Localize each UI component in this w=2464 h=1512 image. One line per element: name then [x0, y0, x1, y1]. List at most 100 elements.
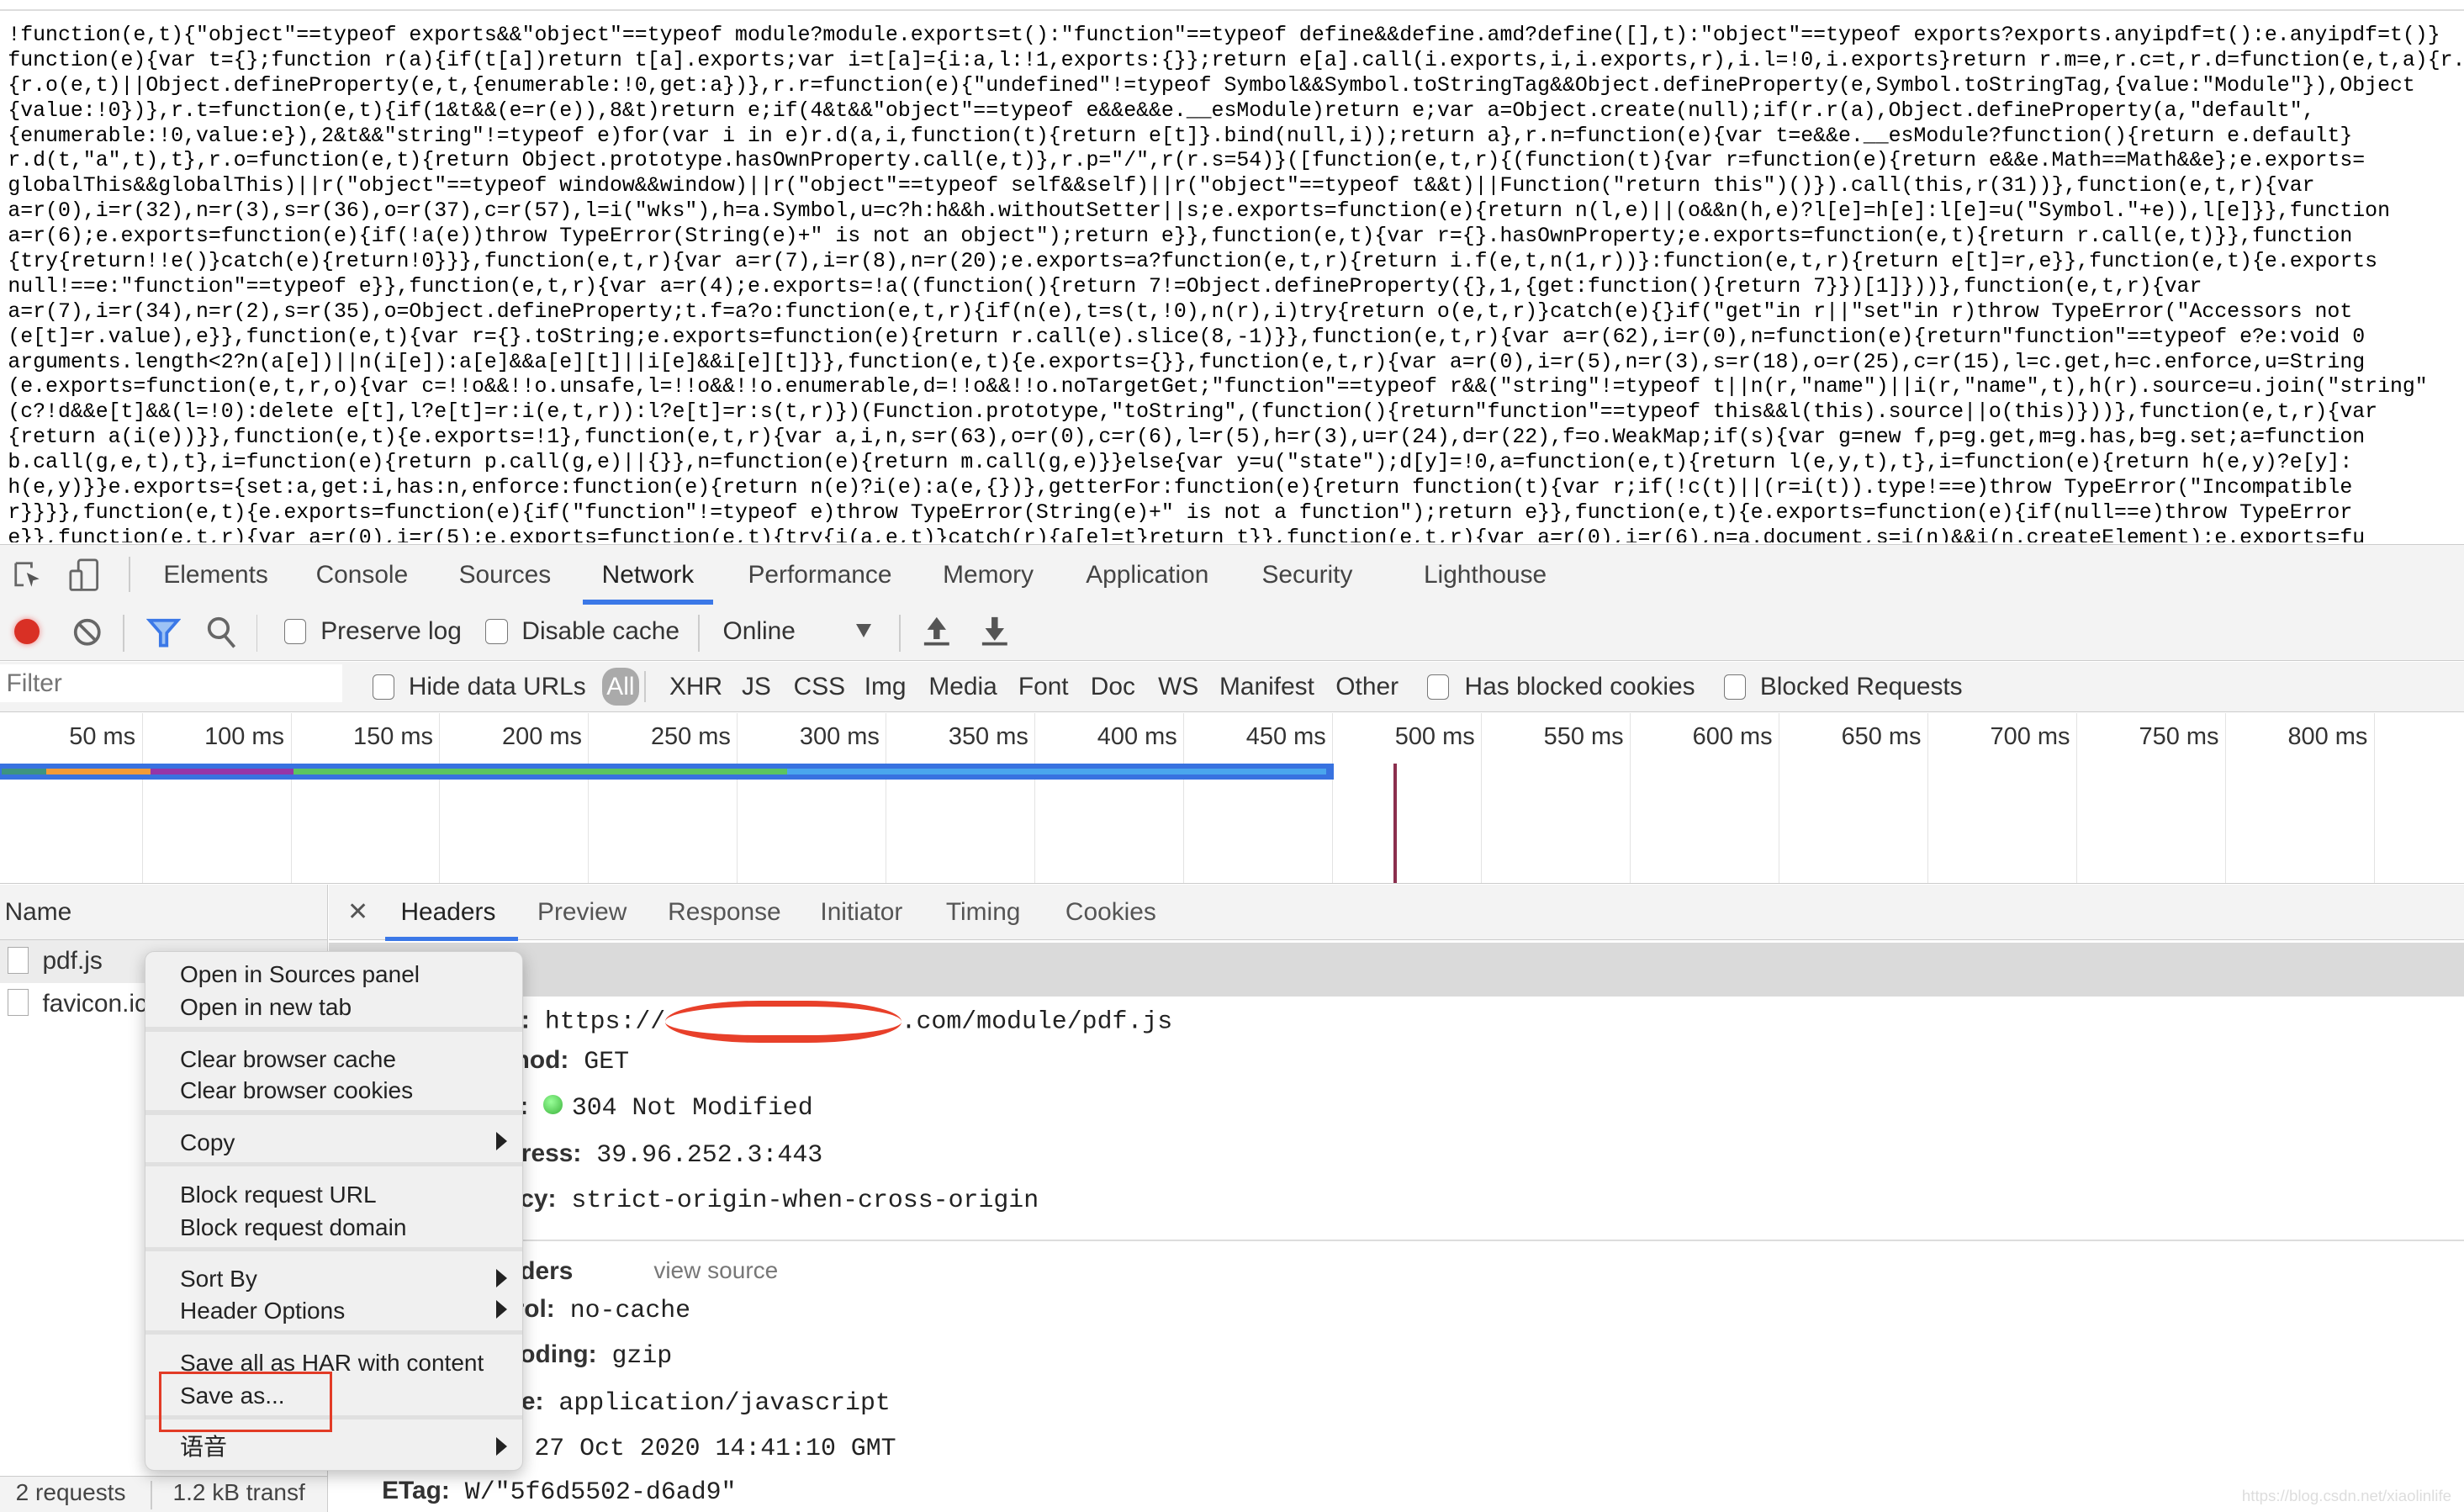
request-count: 2 requests	[15, 1479, 126, 1506]
filter-type-other[interactable]: Other	[1331, 668, 1404, 706]
name-column-header[interactable]: Name	[0, 885, 327, 941]
timeline-gridline	[1481, 713, 1482, 884]
menu-item-label: Header Options	[180, 1297, 346, 1324]
detail-tab-cookies[interactable]: Cookies	[1065, 885, 1156, 939]
devtools-tabbar: Elements Console Sources Network Performance…	[0, 543, 2464, 605]
tab-sources[interactable]: Sources	[459, 545, 552, 605]
code-line: {value:!0})},r.t=function(e,t){if(1&t&&(…	[8, 98, 2315, 123]
divider	[898, 614, 901, 653]
timeline-tick-label: 50 ms	[69, 722, 136, 750]
header-name: ETag:	[382, 1477, 450, 1505]
has-blocked-cookies-checkbox[interactable]	[1426, 674, 1449, 700]
hide-data-urls-label: Hide data URLs	[408, 672, 586, 700]
header-line: pe: application/javascript	[506, 1388, 891, 1417]
detail-tab-timing[interactable]: Timing	[946, 885, 1021, 939]
divider	[0, 9, 2464, 12]
header-value: strict-origin-when-cross-origin	[571, 1185, 1039, 1214]
filter-type-js[interactable]: JS	[737, 668, 775, 706]
detail-tab-initiator[interactable]: Initiator	[820, 885, 902, 939]
menu-item-language[interactable]: 语音	[180, 1430, 507, 1463]
menu-item-open-in-new-tab[interactable]: Open in new tab	[180, 991, 494, 1023]
timeline-gridline	[2373, 713, 2375, 884]
general-section-header[interactable]	[328, 943, 2464, 997]
header-value: gzip	[611, 1340, 673, 1370]
throttling-select[interactable]: Online	[711, 605, 880, 659]
chevron-right-icon	[495, 1436, 507, 1456]
tab-console[interactable]: Console	[316, 545, 409, 605]
filter-type-font[interactable]: Font	[1013, 668, 1073, 706]
code-line: null!==e:"function"==typeof e}},function…	[8, 274, 2202, 299]
timeline-tick-label: 200 ms	[501, 722, 582, 750]
detail-tab-preview[interactable]: Preview	[537, 885, 627, 939]
filter-type-css[interactable]: CSS	[789, 668, 850, 706]
menu-item-clear-browser-cookies[interactable]: Clear browser cookies	[180, 1074, 494, 1107]
filter-icon[interactable]	[145, 617, 181, 648]
export-har-icon[interactable]	[981, 616, 1009, 647]
timing-segment	[150, 768, 293, 775]
tab-elements[interactable]: Elements	[163, 545, 268, 605]
import-har-icon[interactable]	[923, 616, 951, 647]
hide-data-urls-checkbox[interactable]	[372, 674, 395, 700]
inspect-element-icon[interactable]	[13, 560, 44, 591]
filter-type-img[interactable]: Img	[859, 668, 911, 706]
code-line: e}},function(e,t,r){var a=r(0),i=r(5);e.…	[8, 526, 2366, 542]
tab-performance[interactable]: Performance	[748, 545, 891, 605]
throttling-value: Online	[722, 617, 796, 646]
code-line: {try{return!!e()}catch(e){return!0}}},fu…	[8, 250, 2378, 274]
search-icon[interactable]	[206, 616, 237, 650]
tab-application[interactable]: Application	[1086, 545, 1208, 605]
filter-type-ws[interactable]: WS	[1154, 668, 1203, 706]
filter-input[interactable]	[0, 664, 343, 703]
timeline-tick-label: 100 ms	[204, 722, 285, 750]
device-toolbar-icon[interactable]	[69, 558, 100, 593]
menu-item-open-in-sources-panel[interactable]: Open in Sources panel	[180, 958, 494, 991]
filter-type-all[interactable]: All	[601, 668, 640, 706]
timing-segment	[293, 768, 788, 775]
record-button[interactable]	[13, 619, 40, 645]
header-line: thod: GET	[506, 1046, 629, 1076]
menu-separator	[145, 1246, 523, 1252]
detail-tab-headers[interactable]: Headers	[384, 885, 519, 942]
menu-item-header-options[interactable]: Header Options	[180, 1294, 507, 1327]
tab-security[interactable]: Security	[1261, 545, 1352, 605]
menu-item-copy[interactable]: Copy	[180, 1126, 507, 1159]
tab-network[interactable]: Network	[583, 545, 712, 605]
disable-cache-checkbox[interactable]	[485, 619, 508, 645]
status-dot-icon	[543, 1095, 563, 1114]
clear-icon[interactable]	[72, 617, 103, 648]
header-value: application/javascript	[558, 1388, 891, 1417]
network-overview-timeline[interactable]: 50 ms 100 ms 150 ms 200 ms 250 ms 300 ms 350 m…	[0, 713, 2464, 885]
chevron-right-icon	[495, 1132, 507, 1151]
header-line: ETag: W/"5f6d5502-d6ad9"	[382, 1477, 736, 1506]
tab-memory[interactable]: Memory	[943, 545, 1034, 605]
header-line: L: https://.com/module/pdf.js	[506, 1001, 1172, 1043]
filter-type-doc[interactable]: Doc	[1086, 668, 1139, 706]
script-file-icon	[8, 946, 29, 974]
menu-item-label: Block request domain	[180, 1213, 407, 1240]
timeline-gridline	[1630, 713, 1631, 884]
menu-item-block-request-url[interactable]: Block request URL	[180, 1178, 494, 1211]
has-blocked-cookies-label: Has blocked cookies	[1464, 672, 1695, 700]
tab-lighthouse[interactable]: Lighthouse	[1424, 545, 1547, 605]
timing-segment	[787, 768, 1326, 775]
menu-item-block-request-domain[interactable]: Block request domain	[180, 1211, 494, 1244]
filter-type-xhr[interactable]: XHR	[664, 668, 727, 706]
view-source-link[interactable]: view source	[653, 1257, 778, 1284]
network-toolbar: Preserve log Disable cache Online	[0, 605, 2464, 661]
close-icon[interactable]: ✕	[347, 885, 368, 939]
detail-tab-response[interactable]: Response	[668, 885, 781, 939]
code-line: a=r(6);e.exports=function(e){if(!a(e))th…	[8, 225, 2353, 249]
filter-type-manifest[interactable]: Manifest	[1214, 668, 1319, 706]
menu-item-label: Open in Sources panel	[180, 960, 420, 987]
header-value: no-cache	[569, 1295, 691, 1324]
preserve-log-checkbox[interactable]	[284, 619, 307, 645]
filter-type-media[interactable]: Media	[924, 668, 1002, 706]
blocked-requests-checkbox[interactable]	[1723, 674, 1747, 700]
menu-item-sort-by[interactable]: Sort By	[180, 1262, 507, 1295]
timeline-tick-label: 150 ms	[353, 722, 433, 750]
divider	[129, 557, 131, 592]
menu-item-clear-browser-cache[interactable]: Clear browser cache	[180, 1043, 494, 1076]
header-line: trol: no-cache	[506, 1295, 690, 1324]
timeline-gridline	[2224, 713, 2226, 884]
code-line: a=r(7),i=r(34),n=r(2),s=r(35),o=Object.d…	[8, 299, 2353, 324]
